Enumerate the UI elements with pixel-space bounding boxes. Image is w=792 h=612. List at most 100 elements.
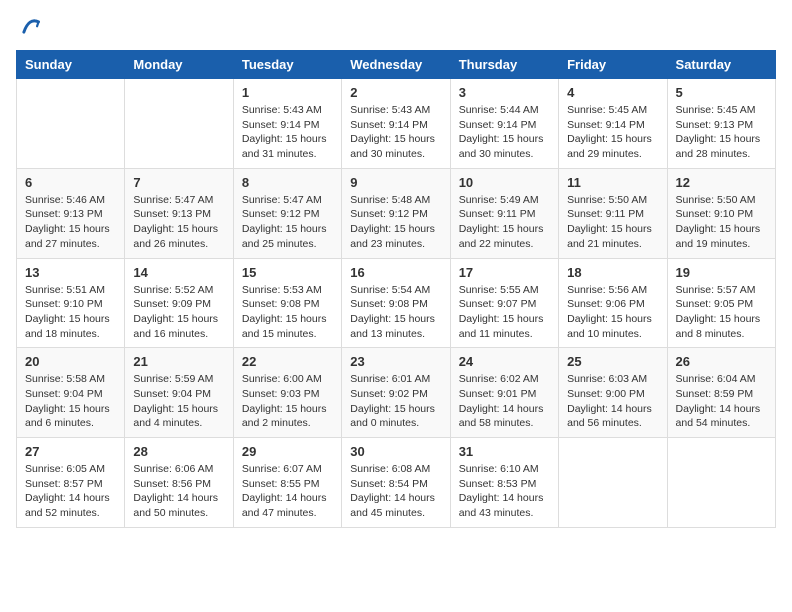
- day-info: Sunrise: 5:47 AM Sunset: 9:12 PM Dayligh…: [242, 193, 333, 252]
- calendar-cell: 17 Sunrise: 5:55 AM Sunset: 9:07 PM Dayli…: [450, 258, 558, 348]
- calendar-cell: 13 Sunrise: 5:51 AM Sunset: 9:10 PM Dayli…: [17, 258, 125, 348]
- logo-icon: [18, 16, 40, 38]
- col-sunday: Sunday: [17, 51, 125, 79]
- day-info: Sunrise: 6:00 AM Sunset: 9:03 PM Dayligh…: [242, 372, 333, 431]
- calendar-week-row: 1 Sunrise: 5:43 AM Sunset: 9:14 PM Daylig…: [17, 79, 776, 169]
- day-number: 1: [242, 85, 333, 100]
- day-info: Sunrise: 6:08 AM Sunset: 8:54 PM Dayligh…: [350, 462, 441, 521]
- col-saturday: Saturday: [667, 51, 775, 79]
- calendar-cell: 30Sunrise: 6:08 AM Sunset: 8:54 PM Dayli…: [342, 438, 450, 528]
- day-info: Sunrise: 5:47 AM Sunset: 9:13 PM Dayligh…: [133, 193, 224, 252]
- day-info: Sunrise: 5:43 AM Sunset: 9:14 PM Dayligh…: [350, 103, 441, 162]
- day-info: Sunrise: 6:06 AM Sunset: 8:56 PM Dayligh…: [133, 462, 224, 521]
- day-info: Sunrise: 6:05 AM Sunset: 8:57 PM Dayligh…: [25, 462, 116, 521]
- page-header: [16, 16, 776, 38]
- day-number: 24: [459, 354, 550, 369]
- day-number: 4: [567, 85, 658, 100]
- calendar-cell: [125, 79, 233, 169]
- day-info: Sunrise: 6:01 AM Sunset: 9:02 PM Dayligh…: [350, 372, 441, 431]
- day-number: 6: [25, 175, 116, 190]
- col-monday: Monday: [125, 51, 233, 79]
- day-number: 16: [350, 265, 441, 280]
- day-number: 8: [242, 175, 333, 190]
- day-number: 2: [350, 85, 441, 100]
- day-number: 29: [242, 444, 333, 459]
- calendar-cell: 5 Sunrise: 5:45 AM Sunset: 9:13 PM Daylig…: [667, 79, 775, 169]
- day-number: 17: [459, 265, 550, 280]
- day-number: 27: [25, 444, 116, 459]
- calendar-cell: 4 Sunrise: 5:45 AM Sunset: 9:14 PM Daylig…: [559, 79, 667, 169]
- day-number: 22: [242, 354, 333, 369]
- day-number: 10: [459, 175, 550, 190]
- calendar-cell: 12Sunrise: 5:50 AM Sunset: 9:10 PM Dayli…: [667, 168, 775, 258]
- day-number: 14: [133, 265, 224, 280]
- calendar-cell: 16 Sunrise: 5:54 AM Sunset: 9:08 PM Dayli…: [342, 258, 450, 348]
- day-number: 5: [676, 85, 767, 100]
- col-friday: Friday: [559, 51, 667, 79]
- calendar-cell: [559, 438, 667, 528]
- calendar-week-row: 6 Sunrise: 5:46 AM Sunset: 9:13 PM Daylig…: [17, 168, 776, 258]
- day-number: 26: [676, 354, 767, 369]
- day-info: Sunrise: 5:43 AM Sunset: 9:14 PM Dayligh…: [242, 103, 333, 162]
- day-number: 7: [133, 175, 224, 190]
- calendar-cell: 10Sunrise: 5:49 AM Sunset: 9:11 PM Dayli…: [450, 168, 558, 258]
- day-info: Sunrise: 5:55 AM Sunset: 9:07 PM Dayligh…: [459, 283, 550, 342]
- day-info: Sunrise: 6:07 AM Sunset: 8:55 PM Dayligh…: [242, 462, 333, 521]
- day-info: Sunrise: 5:45 AM Sunset: 9:14 PM Dayligh…: [567, 103, 658, 162]
- day-info: Sunrise: 5:59 AM Sunset: 9:04 PM Dayligh…: [133, 372, 224, 431]
- calendar-cell: 28 Sunrise: 6:06 AM Sunset: 8:56 PM Dayli…: [125, 438, 233, 528]
- calendar-week-row: 13 Sunrise: 5:51 AM Sunset: 9:10 PM Dayli…: [17, 258, 776, 348]
- day-info: Sunrise: 5:53 AM Sunset: 9:08 PM Dayligh…: [242, 283, 333, 342]
- calendar-table: Sunday Monday Tuesday Wednesday Thursday…: [16, 50, 776, 528]
- calendar-cell: 6 Sunrise: 5:46 AM Sunset: 9:13 PM Daylig…: [17, 168, 125, 258]
- day-info: Sunrise: 5:52 AM Sunset: 9:09 PM Dayligh…: [133, 283, 224, 342]
- col-tuesday: Tuesday: [233, 51, 341, 79]
- calendar-cell: 9 Sunrise: 5:48 AM Sunset: 9:12 PM Daylig…: [342, 168, 450, 258]
- calendar-cell: 7 Sunrise: 5:47 AM Sunset: 9:13 PM Daylig…: [125, 168, 233, 258]
- calendar-cell: [667, 438, 775, 528]
- logo: [16, 16, 40, 38]
- calendar-week-row: 27 Sunrise: 6:05 AM Sunset: 8:57 PM Dayli…: [17, 438, 776, 528]
- calendar-cell: [17, 79, 125, 169]
- calendar-cell: 22 Sunrise: 6:00 AM Sunset: 9:03 PM Dayli…: [233, 348, 341, 438]
- day-info: Sunrise: 5:44 AM Sunset: 9:14 PM Dayligh…: [459, 103, 550, 162]
- day-number: 9: [350, 175, 441, 190]
- calendar-cell: 26Sunrise: 6:04 AM Sunset: 8:59 PM Dayli…: [667, 348, 775, 438]
- day-number: 15: [242, 265, 333, 280]
- calendar-cell: 27 Sunrise: 6:05 AM Sunset: 8:57 PM Dayli…: [17, 438, 125, 528]
- calendar-cell: 29 Sunrise: 6:07 AM Sunset: 8:55 PM Dayli…: [233, 438, 341, 528]
- calendar-cell: 11 Sunrise: 5:50 AM Sunset: 9:11 PM Dayli…: [559, 168, 667, 258]
- calendar-cell: 3 Sunrise: 5:44 AM Sunset: 9:14 PM Daylig…: [450, 79, 558, 169]
- day-number: 3: [459, 85, 550, 100]
- day-number: 21: [133, 354, 224, 369]
- col-thursday: Thursday: [450, 51, 558, 79]
- calendar-cell: 8 Sunrise: 5:47 AM Sunset: 9:12 PM Daylig…: [233, 168, 341, 258]
- day-number: 13: [25, 265, 116, 280]
- day-info: Sunrise: 5:48 AM Sunset: 9:12 PM Dayligh…: [350, 193, 441, 252]
- day-number: 28: [133, 444, 224, 459]
- day-info: Sunrise: 5:46 AM Sunset: 9:13 PM Dayligh…: [25, 193, 116, 252]
- calendar-cell: 25Sunrise: 6:03 AM Sunset: 9:00 PM Dayli…: [559, 348, 667, 438]
- day-number: 31: [459, 444, 550, 459]
- calendar-week-row: 20 Sunrise: 5:58 AM Sunset: 9:04 PM Dayli…: [17, 348, 776, 438]
- day-info: Sunrise: 5:56 AM Sunset: 9:06 PM Dayligh…: [567, 283, 658, 342]
- day-info: Sunrise: 6:03 AM Sunset: 9:00 PM Dayligh…: [567, 372, 658, 431]
- calendar-cell: 2 Sunrise: 5:43 AM Sunset: 9:14 PM Daylig…: [342, 79, 450, 169]
- day-number: 11: [567, 175, 658, 190]
- calendar-cell: 14 Sunrise: 5:52 AM Sunset: 9:09 PM Dayli…: [125, 258, 233, 348]
- day-number: 20: [25, 354, 116, 369]
- calendar-cell: 15 Sunrise: 5:53 AM Sunset: 9:08 PM Dayli…: [233, 258, 341, 348]
- day-info: Sunrise: 6:02 AM Sunset: 9:01 PM Dayligh…: [459, 372, 550, 431]
- day-info: Sunrise: 5:54 AM Sunset: 9:08 PM Dayligh…: [350, 283, 441, 342]
- calendar-cell: 23Sunrise: 6:01 AM Sunset: 9:02 PM Dayli…: [342, 348, 450, 438]
- day-number: 12: [676, 175, 767, 190]
- day-info: Sunrise: 5:58 AM Sunset: 9:04 PM Dayligh…: [25, 372, 116, 431]
- calendar-header-row: Sunday Monday Tuesday Wednesday Thursday…: [17, 51, 776, 79]
- day-info: Sunrise: 5:45 AM Sunset: 9:13 PM Dayligh…: [676, 103, 767, 162]
- calendar-cell: 1 Sunrise: 5:43 AM Sunset: 9:14 PM Daylig…: [233, 79, 341, 169]
- day-info: Sunrise: 5:51 AM Sunset: 9:10 PM Dayligh…: [25, 283, 116, 342]
- day-info: Sunrise: 5:50 AM Sunset: 9:11 PM Dayligh…: [567, 193, 658, 252]
- calendar-cell: 19Sunrise: 5:57 AM Sunset: 9:05 PM Dayli…: [667, 258, 775, 348]
- day-info: Sunrise: 5:57 AM Sunset: 9:05 PM Dayligh…: [676, 283, 767, 342]
- calendar-cell: 31Sunrise: 6:10 AM Sunset: 8:53 PM Dayli…: [450, 438, 558, 528]
